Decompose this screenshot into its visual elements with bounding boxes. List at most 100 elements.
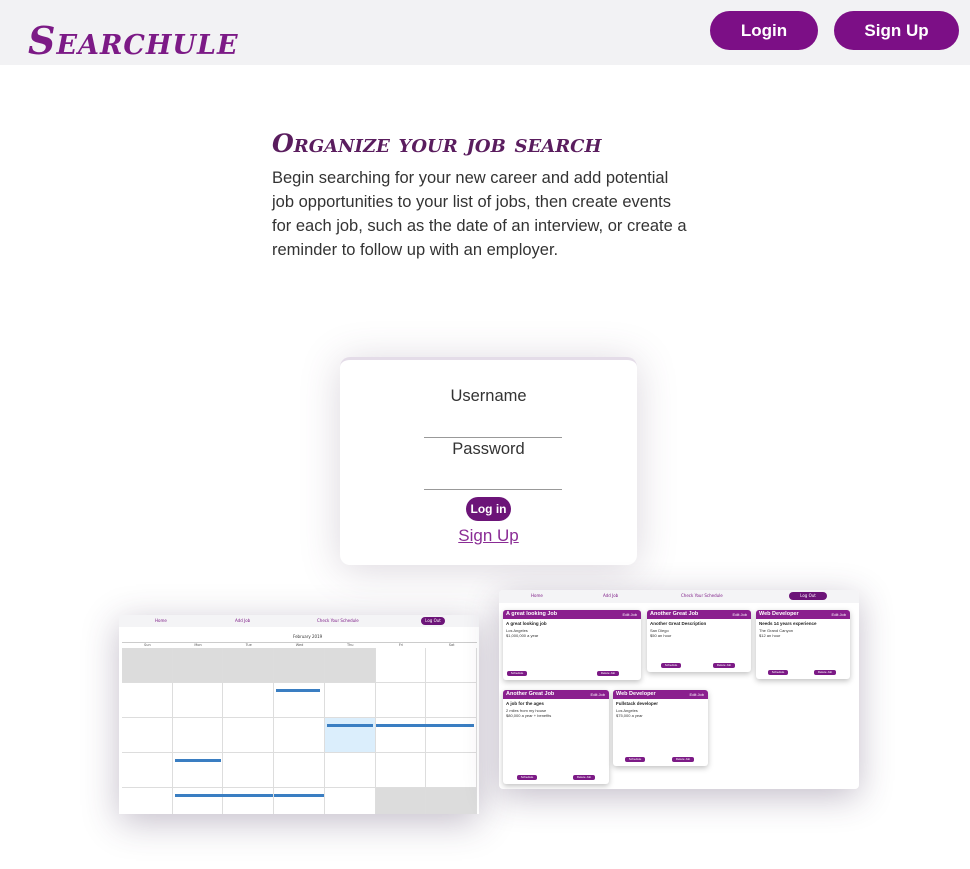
calendar-toolbar: February 2019	[123, 633, 475, 641]
calendar-event	[276, 689, 321, 692]
preview-nav-add-job: Add Job	[603, 593, 619, 598]
calendar-day	[375, 753, 427, 788]
signup-button[interactable]: Sign Up	[834, 11, 959, 50]
job-pay: $50 an hour	[650, 633, 672, 638]
calendar-day	[173, 788, 224, 814]
calendar-event	[375, 724, 426, 727]
calendar-week	[122, 683, 478, 718]
calendar-preview-image: Home Add Job Check Your Schedule Log Out…	[119, 615, 479, 814]
password-input[interactable]	[424, 467, 562, 490]
schedule-button: Schedule	[768, 670, 788, 675]
signup-link[interactable]: Sign Up	[340, 526, 637, 546]
calendar-day	[274, 718, 325, 753]
calendar-day	[172, 648, 224, 683]
calendar-day	[426, 718, 478, 753]
job-pay: $1,000,000 a year	[506, 633, 539, 638]
calendar-month: February 2019	[293, 634, 323, 639]
calendar-day	[172, 753, 224, 788]
job-title: A great looking Job	[506, 611, 558, 617]
password-label: Password	[452, 440, 525, 458]
calendar-day	[122, 788, 173, 814]
calendar-day	[324, 718, 376, 753]
calendar-event	[174, 759, 221, 762]
calendar-event	[223, 794, 274, 797]
username-label: Username	[450, 387, 527, 405]
calendar-day	[223, 683, 275, 718]
calendar-day	[223, 648, 275, 683]
preview-nav-home: Home	[531, 593, 543, 598]
username-input[interactable]	[424, 415, 562, 438]
delete-job-button: Delete Job	[597, 671, 619, 676]
job-card: A great looking Job Edit Job A great look…	[503, 610, 641, 680]
job-title: Web Developer	[616, 691, 656, 697]
calendar-day	[324, 683, 376, 718]
schedule-button: Schedule	[507, 671, 527, 676]
edit-job-link: Edit Job	[689, 692, 704, 697]
login-card: Username Password Log in Sign Up	[340, 357, 637, 565]
job-card: Another Great Job Edit Job A job for the …	[503, 690, 609, 784]
jobs-preview-image: Home Add Job Check Your Schedule Log Out…	[499, 590, 859, 789]
delete-job-button: Delete Job	[672, 757, 694, 762]
preview-nav-schedule: Check Your Schedule	[681, 593, 723, 598]
edit-job-link: Edit Job	[622, 612, 637, 617]
intro-title: Organize your job search	[272, 129, 602, 158]
calendar-day	[325, 788, 376, 814]
top-navbar: Searchule Login Sign Up	[0, 0, 970, 65]
preview-nav: Home Add Job Check Your Schedule Log Out	[499, 590, 859, 603]
job-pay: $75,000 a year	[616, 713, 643, 718]
delete-job-button: Delete Job	[713, 663, 735, 668]
edit-job-link: Edit Job	[831, 612, 846, 617]
job-pay: $12 an hour	[759, 633, 781, 638]
preview-nav: Home Add Job Check Your Schedule Log Out	[119, 615, 479, 627]
schedule-button: Schedule	[517, 775, 537, 780]
calendar-day	[274, 648, 325, 683]
job-title: Another Great Job	[506, 691, 555, 697]
job-card: Another Great Job Edit Job Another Great …	[647, 610, 751, 672]
calendar-day	[426, 683, 478, 718]
calendar-day	[274, 753, 325, 788]
preview-logout: Log Out	[789, 592, 827, 600]
calendar-day	[375, 718, 427, 753]
job-description: A job for the ages	[506, 701, 544, 706]
schedule-button: Schedule	[625, 757, 645, 762]
calendar-day	[274, 683, 325, 718]
job-description: Another Great Description	[650, 621, 707, 626]
edit-job-link: Edit Job	[590, 692, 605, 697]
calendar-day	[375, 648, 427, 683]
intro-body: Begin searching for your new career and …	[272, 169, 687, 259]
login-submit-button[interactable]: Log in	[466, 497, 511, 521]
calendar-grid: Sun Mon Tue Wed Thu Fri Sat	[122, 642, 478, 814]
calendar-day	[122, 648, 173, 683]
preview-logout: Log Out	[421, 617, 445, 625]
calendar-event	[274, 794, 325, 797]
login-button[interactable]: Login	[710, 11, 818, 50]
calendar-day	[324, 753, 376, 788]
calendar-week	[122, 718, 478, 753]
job-description: Fullstack developer	[616, 701, 659, 706]
calendar-event	[174, 794, 223, 797]
job-description: Needs 14 years experience	[759, 621, 817, 626]
job-card: Web Developer Edit Job Fullstack develope…	[613, 690, 708, 766]
calendar-day	[324, 648, 376, 683]
schedule-button: Schedule	[661, 663, 681, 668]
calendar-day	[426, 648, 478, 683]
calendar-day	[274, 788, 325, 814]
calendar-day	[122, 718, 173, 753]
intro-section: Organize your job search Begin searching…	[272, 126, 692, 262]
calendar-day	[223, 718, 275, 753]
calendar-day	[426, 788, 478, 814]
job-description: A great looking job	[506, 621, 547, 626]
job-pay: $80,000 a year + benefits	[506, 713, 552, 718]
delete-job-button: Delete Job	[573, 775, 595, 780]
calendar-day	[223, 753, 275, 788]
calendar-day	[375, 788, 427, 814]
job-card: Web Developer Edit Job Needs 14 years exp…	[756, 610, 850, 679]
site-logo[interactable]: Searchule	[28, 16, 239, 66]
preview-nav-home: Home	[155, 618, 167, 623]
calendar-event	[326, 724, 373, 727]
calendar-week	[122, 788, 478, 814]
calendar-day	[172, 683, 224, 718]
calendar-day	[426, 753, 478, 788]
calendar-day	[122, 753, 173, 788]
delete-job-button: Delete Job	[814, 670, 836, 675]
